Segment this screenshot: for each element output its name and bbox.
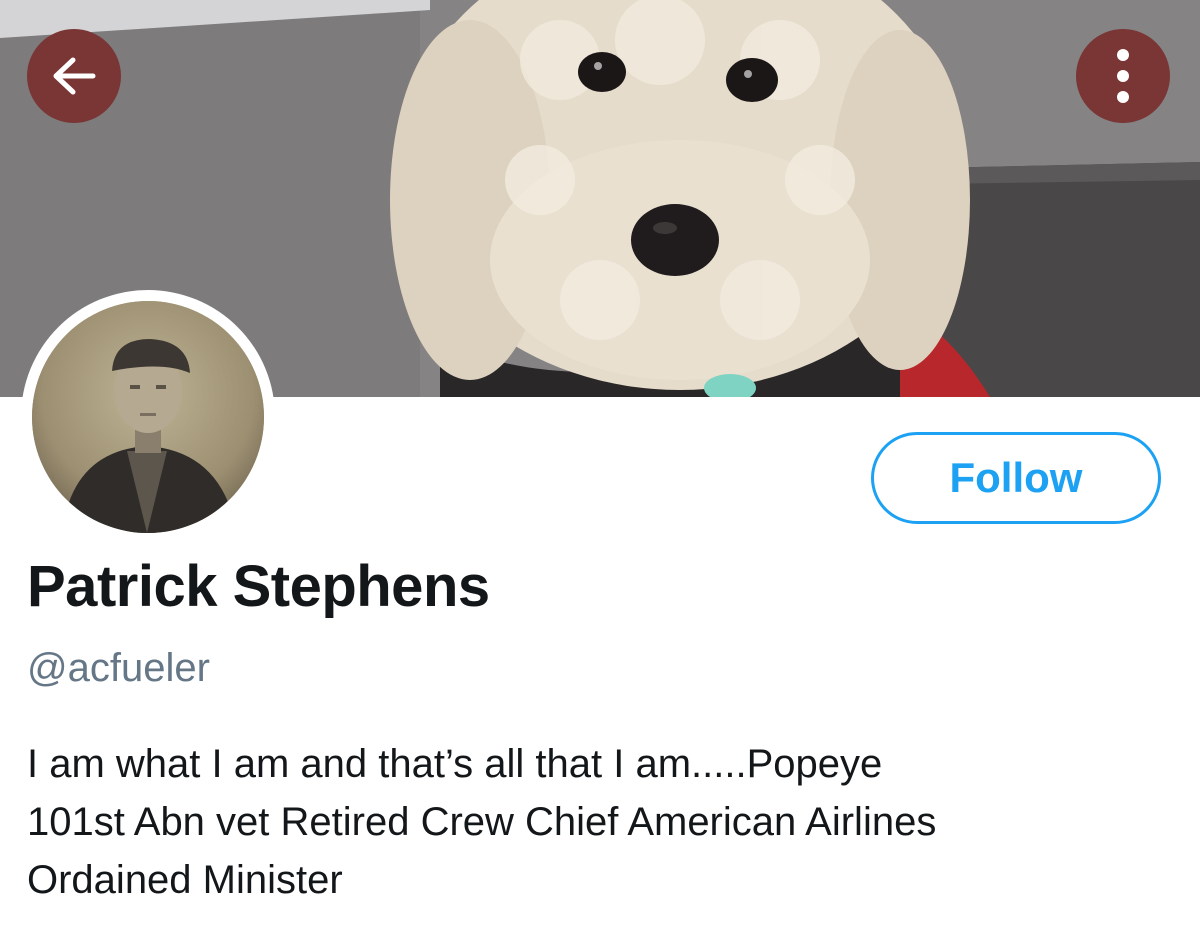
profile-avatar[interactable] [21, 290, 275, 544]
profile-page: Follow Patrick Stephens @acfueler I am w… [0, 0, 1200, 930]
profile-bio: I am what I am and that’s all that I am.… [27, 735, 1177, 909]
bio-line: Ordained Minister [27, 858, 343, 902]
more-vertical-icon [1117, 49, 1129, 103]
bio-line: I am what I am and that’s all that I am.… [27, 742, 883, 786]
bio-line: 101st Abn vet Retired Crew Chief America… [27, 800, 937, 844]
display-name: Patrick Stephens [27, 554, 490, 619]
arrow-left-icon [53, 57, 96, 95]
more-options-button[interactable] [1076, 29, 1170, 123]
back-button[interactable] [27, 29, 121, 123]
avatar-photo [32, 301, 264, 533]
user-handle[interactable]: @acfueler [27, 646, 210, 691]
follow-button[interactable]: Follow [871, 432, 1161, 524]
